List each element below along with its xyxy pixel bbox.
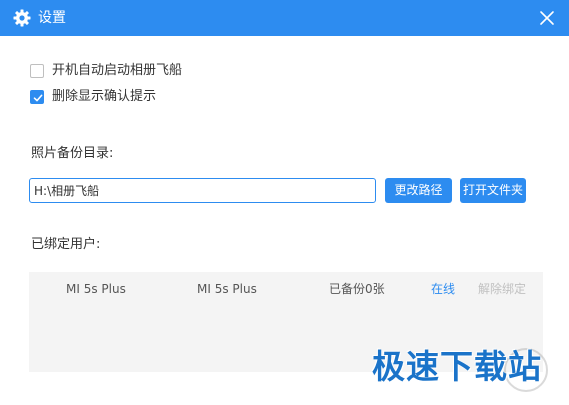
- autostart-option[interactable]: 开机自动启动相册飞船: [30, 61, 182, 81]
- bound-users-label: 已绑定用户:: [31, 237, 101, 252]
- watermark: 极速下载站: [372, 346, 569, 392]
- backup-count: 已备份0张: [329, 282, 385, 296]
- autostart-checkbox[interactable]: [30, 64, 44, 78]
- online-status: 在线: [431, 282, 456, 296]
- close-icon[interactable]: [537, 8, 557, 28]
- gear-icon: [12, 8, 32, 28]
- table-row: MI 5s Plus MI 5s Plus 已备份0张 在线 解除绑定: [29, 279, 543, 299]
- device-name: MI 5s Plus: [66, 282, 126, 296]
- delete-confirm-checkbox[interactable]: [30, 90, 44, 104]
- backup-dir-label: 照片备份目录:: [31, 146, 114, 161]
- checkmark-icon: [33, 94, 43, 102]
- change-path-button[interactable]: 更改路径: [385, 178, 452, 203]
- open-folder-button[interactable]: 打开文件夹: [460, 178, 526, 203]
- window-title: 设置: [38, 10, 66, 26]
- backup-path-input[interactable]: [29, 178, 376, 203]
- settings-window: 设置 开机自动启动相册飞船 删除显示确认提示 照片备份目录: 更改路径 打开文件…: [0, 0, 569, 405]
- delete-confirm-label: 删除显示确认提示: [52, 89, 157, 104]
- titlebar: 设置: [0, 0, 569, 36]
- unbind-button[interactable]: 解除绑定: [478, 279, 526, 299]
- watermark-text: 极速下载站: [372, 347, 542, 386]
- delete-confirm-option[interactable]: 删除显示确认提示: [30, 87, 156, 107]
- device-model: MI 5s Plus: [197, 282, 257, 296]
- autostart-label: 开机自动启动相册飞船: [52, 63, 183, 78]
